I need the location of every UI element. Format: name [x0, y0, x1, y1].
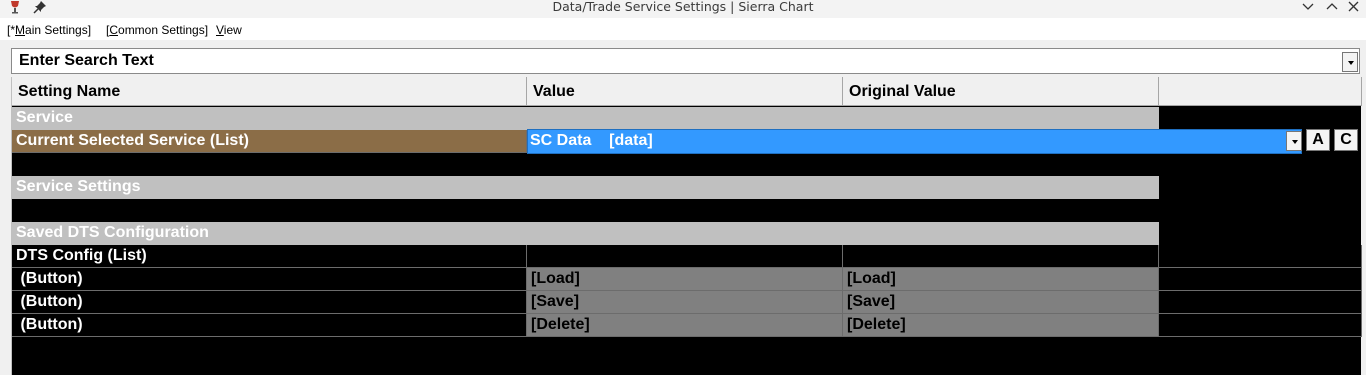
column-header-original-value[interactable]: Original Value: [843, 77, 1159, 106]
section-saved-dts-configuration: Saved DTS Configuration: [12, 222, 1159, 245]
current-service-value-select[interactable]: SC Data [data]: [527, 129, 1302, 154]
section-service: Service: [12, 107, 1159, 130]
delete-original-value: [Delete]: [843, 314, 1159, 337]
section-service-settings: Service Settings: [12, 176, 1159, 199]
save-button[interactable]: [Save]: [527, 291, 843, 314]
dts-config-value[interactable]: [527, 245, 843, 268]
dropdown-arrow-icon[interactable]: [1342, 52, 1358, 72]
settings-grid: Setting Name Value Original Value Servic…: [11, 77, 1362, 375]
load-button[interactable]: [Load]: [527, 268, 843, 291]
column-header-value[interactable]: Value: [527, 77, 843, 106]
save-original-value: [Save]: [843, 291, 1159, 314]
setting-dts-config[interactable]: DTS Config (List): [12, 245, 527, 268]
chevron-down-icon[interactable]: [1300, 0, 1316, 14]
title-bar: Data/Trade Service Settings | Sierra Cha…: [0, 0, 1366, 18]
delete-extra: [1159, 314, 1362, 337]
chevron-up-icon[interactable]: [1324, 0, 1340, 14]
setting-current-selected-service[interactable]: Current Selected Service (List): [12, 130, 527, 153]
menu-view[interactable]: View: [216, 23, 242, 37]
column-header-blank: [1159, 77, 1362, 106]
dts-config-original-value: [843, 245, 1159, 268]
menu-bar: [*Main Settings] [Common Settings] View: [0, 18, 1366, 40]
window-title: Data/Trade Service Settings | Sierra Cha…: [552, 0, 814, 14]
menu-common-settings[interactable]: [Common Settings]: [106, 23, 208, 37]
search-placeholder: Enter Search Text: [19, 52, 154, 69]
dropdown-arrow-icon[interactable]: [1286, 131, 1302, 151]
menu-main-settings[interactable]: [*Main Settings]: [7, 23, 91, 37]
button-a[interactable]: A: [1306, 129, 1330, 151]
column-header-setting-name[interactable]: Setting Name: [12, 77, 527, 106]
button-c[interactable]: C: [1334, 129, 1358, 151]
setting-delete-button-label: (Button): [12, 314, 527, 337]
dts-config-extra: [1159, 245, 1362, 268]
setting-load-button-label: (Button): [12, 268, 527, 291]
save-extra: [1159, 291, 1362, 314]
delete-button[interactable]: [Delete]: [527, 314, 843, 337]
search-input[interactable]: Enter Search Text: [11, 48, 1360, 74]
load-extra: [1159, 268, 1362, 291]
close-icon[interactable]: [1346, 0, 1362, 14]
load-original-value: [Load]: [843, 268, 1159, 291]
setting-save-button-label: (Button): [12, 291, 527, 314]
